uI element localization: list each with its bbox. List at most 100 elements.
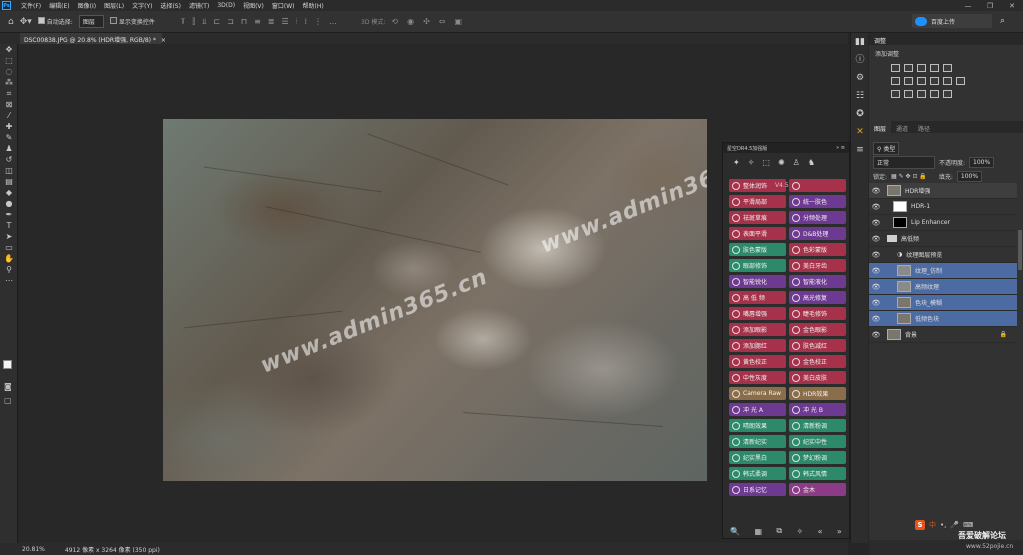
frame-tool-icon[interactable]: ⊠ (0, 99, 18, 110)
plugin-tool-icon[interactable]: ✺ (778, 158, 785, 167)
plugin-tool-icon[interactable]: ⬚ (762, 158, 770, 167)
plugin-button[interactable]: 睫毛修饰 (789, 307, 846, 320)
plugin-tool-icon[interactable]: ♞ (808, 158, 815, 167)
zoom-tool-icon[interactable]: ⚲ (0, 264, 18, 275)
hand-tool-icon[interactable]: ✋ (0, 253, 18, 264)
menu-file[interactable]: 文件(F) (17, 1, 45, 10)
menu-select[interactable]: 选择(S) (156, 1, 185, 10)
visibility-eye-icon[interactable]: 👁 (869, 315, 883, 323)
plugin-button[interactable]: 梦幻粉调 (789, 451, 846, 464)
visibility-eye-icon[interactable]: 👁 (869, 299, 883, 307)
plugin-button[interactable]: 嘴唇增强 (729, 307, 786, 320)
menu-view[interactable]: 视图(V) (239, 1, 268, 10)
invert-icon[interactable] (891, 90, 900, 98)
styles-icon[interactable]: ✪ (851, 105, 869, 123)
clone-stamp-icon[interactable]: ♟ (0, 143, 18, 154)
history-brush-icon[interactable]: ↺ (0, 154, 18, 165)
color-balance-icon[interactable] (904, 77, 913, 85)
plugin-tool-icon[interactable]: ✧ (748, 158, 755, 167)
screen-mode-icon[interactable]: ▢ (4, 396, 12, 405)
plugin-button[interactable]: 冲 光 A (729, 403, 786, 416)
search-icon[interactable]: ⌕ (1000, 16, 1005, 26)
layer-row[interactable]: 👁 ◑ 纹理图层预览 (869, 247, 1017, 263)
menu-3d[interactable]: 3D(D) (213, 2, 239, 9)
share-button[interactable]: 百度上传 (912, 14, 992, 28)
align-center-icon[interactable]: ⊐ (227, 17, 234, 27)
blend-mode-dropdown[interactable]: 正常 (873, 156, 935, 169)
move-tool-icon[interactable]: ✥ (0, 44, 18, 55)
history-icon[interactable]: ▮▮ (851, 33, 869, 51)
panel-menu-icon[interactable]: ≡ (841, 145, 845, 151)
healing-brush-icon[interactable]: ✚ (0, 121, 18, 132)
plugin-button[interactable]: 高 低 频 (729, 291, 786, 304)
opacity-input[interactable]: 100% (969, 157, 995, 168)
distribute-center-icon[interactable]: ⁞ (304, 17, 307, 27)
distribute-top-icon[interactable]: ≡ (254, 17, 261, 27)
marquee-tool-icon[interactable]: ⬚ (0, 55, 18, 66)
visibility-eye-icon[interactable]: 👁 (869, 331, 883, 339)
path-select-icon[interactable]: ➤ (0, 231, 18, 242)
plugin-star-icon[interactable]: ✧ (797, 527, 804, 536)
plugin-button[interactable]: 分频处理 (789, 211, 846, 224)
plugin-tool-icon[interactable]: ✦ (733, 158, 740, 167)
menu-window[interactable]: 窗口(W) (268, 1, 299, 10)
3d-slide-icon[interactable]: ⇔ (439, 17, 446, 26)
tab-layers[interactable]: 图层 (869, 121, 892, 133)
align-left-icon[interactable]: ⊏ (213, 17, 220, 27)
plugin-button[interactable]: 金色校正 (789, 355, 846, 368)
visibility-eye-icon[interactable]: 👁 (869, 187, 883, 195)
rectangle-tool-icon[interactable]: ▭ (0, 242, 18, 253)
plugin-button[interactable]: 添加腮红 (729, 339, 786, 352)
align-right-icon[interactable]: ⊓ (241, 17, 247, 27)
fill-input[interactable]: 100% (956, 171, 983, 182)
plugin-button[interactable]: 祛斑草痕 (729, 211, 786, 224)
dodge-tool-icon[interactable]: ● (0, 198, 18, 209)
plugin-button[interactable]: 金木 (789, 483, 846, 496)
layer-row[interactable]: 👁 背景 🔒 (869, 327, 1017, 343)
sogou-icon[interactable]: S (915, 520, 925, 530)
move-tool-icon[interactable]: ✥▾ (20, 17, 32, 27)
plugin-button[interactable]: 表面平滑 (729, 227, 786, 240)
more-align-icon[interactable]: … (329, 17, 337, 27)
plugin-button[interactable]: Camera Raw (729, 387, 786, 400)
auto-select-checkbox[interactable]: 自动选择: (37, 17, 73, 26)
plugin-button[interactable]: 平滑局部 (729, 195, 786, 208)
ime-punct-icon[interactable]: •, (940, 521, 946, 529)
plugin-button[interactable]: 金色眼影 (789, 323, 846, 336)
plugin-button[interactable]: 添加眼影 (729, 323, 786, 336)
more-tools-icon[interactable]: ⋯ (0, 275, 18, 286)
selective-color-icon[interactable] (943, 90, 952, 98)
menu-layer[interactable]: 图层(L) (100, 1, 128, 10)
crop-tool-icon[interactable]: ⌗ (0, 88, 18, 99)
visibility-eye-icon[interactable]: 👁 (869, 251, 883, 259)
show-transform-checkbox[interactable]: 显示变换控件 (109, 17, 155, 26)
3d-roll-icon[interactable]: ◉ (407, 17, 414, 26)
layer-row[interactable]: 👁 高频纹理 (869, 279, 1017, 295)
3d-scale-icon[interactable]: ▣ (454, 17, 462, 26)
menu-image[interactable]: 图像(I) (74, 1, 100, 10)
3d-pan-icon[interactable]: ✣ (423, 17, 430, 26)
close-window-button[interactable]: ✕ (1001, 2, 1023, 10)
plugin-search-icon[interactable]: 🔍 (730, 527, 740, 536)
plugin-button[interactable]: 中性灰度 (729, 371, 786, 384)
plugin-button[interactable]: HDR效果 (789, 387, 846, 400)
layer-row[interactable]: 👁 低频色块 (869, 311, 1017, 327)
plugin-button[interactable]: 纪实黑白 (729, 451, 786, 464)
adjustments-tab[interactable]: 调整 (869, 33, 1023, 45)
collapse-icon[interactable]: » (836, 145, 839, 151)
maximize-button[interactable]: ❐ (979, 2, 1001, 10)
close-tab-icon[interactable]: × (161, 37, 166, 44)
distribute-middle-icon[interactable]: ≣ (268, 17, 275, 27)
visibility-eye-icon[interactable]: 👁 (869, 267, 883, 275)
plugin-button[interactable]: 晴朗效果 (729, 419, 786, 432)
plugin-button[interactable]: 肤色蒙版 (729, 243, 786, 256)
mic-icon[interactable]: 🎤 (950, 521, 959, 529)
plugin-button[interactable]: 冲 光 B (789, 403, 846, 416)
plugin-button[interactable]: 韩式风情 (789, 467, 846, 480)
visibility-eye-icon[interactable]: 👁 (869, 283, 883, 291)
exposure-icon[interactable] (930, 64, 939, 72)
plugin-button[interactable]: 美白牙齿 (789, 259, 846, 272)
plugin-button[interactable]: 韩式柔调 (729, 467, 786, 480)
properties-icon[interactable]: ⚙ (851, 69, 869, 87)
plugin-button[interactable]: 清新粉调 (789, 419, 846, 432)
